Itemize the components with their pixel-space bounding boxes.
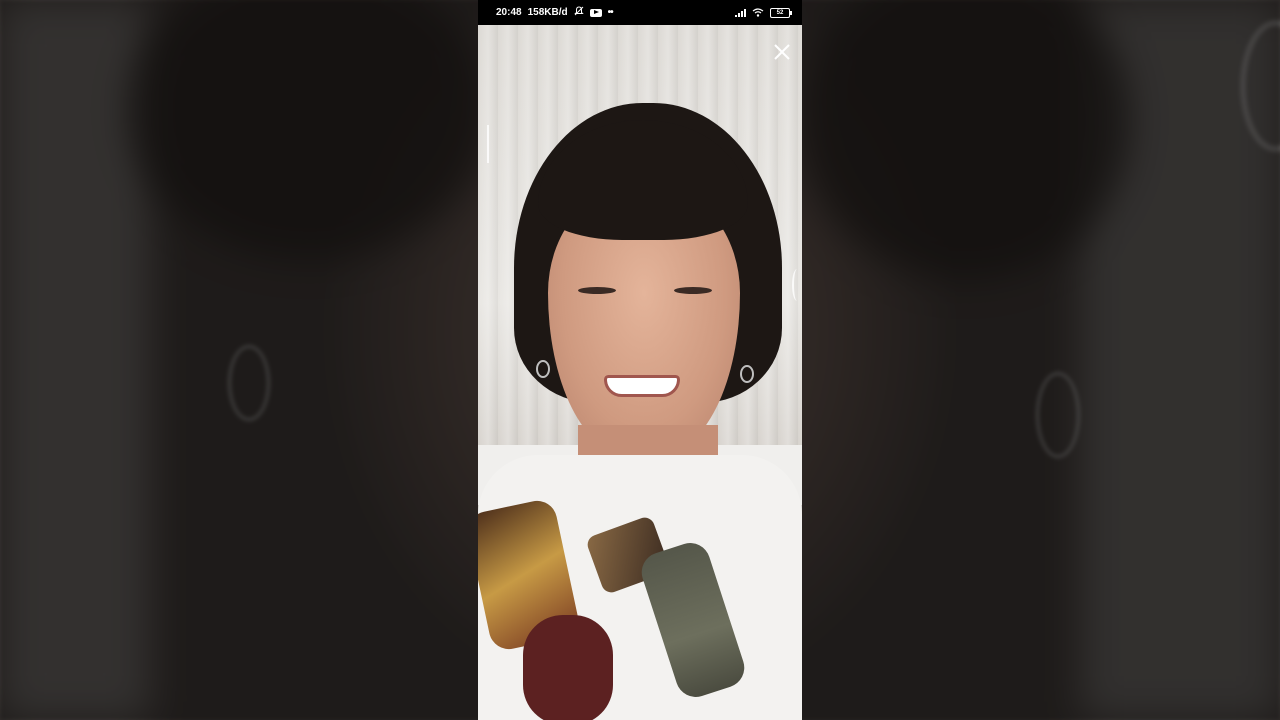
- live-video: [478, 25, 802, 720]
- close-button[interactable]: [770, 40, 794, 64]
- close-icon: [770, 40, 794, 64]
- side-handle[interactable]: [792, 269, 802, 301]
- progress-marker: [487, 125, 489, 163]
- status-bar: 20:48 158KB/d •• 52: [478, 0, 802, 25]
- youtube-icon: [589, 8, 602, 17]
- bell-off-icon: [573, 6, 584, 19]
- network-speed: 158KB/d: [527, 7, 568, 18]
- screen: 20:48 158KB/d •• 52: [0, 0, 1280, 720]
- battery-level: 52: [776, 9, 784, 16]
- more-dots-icon: ••: [607, 7, 614, 18]
- status-time: 20:48: [496, 7, 522, 18]
- phone-screen: 20:48 158KB/d •• 52: [478, 0, 802, 720]
- wifi-icon: [752, 8, 764, 17]
- battery-icon: 52: [770, 7, 792, 18]
- signal-icon: [735, 8, 746, 17]
